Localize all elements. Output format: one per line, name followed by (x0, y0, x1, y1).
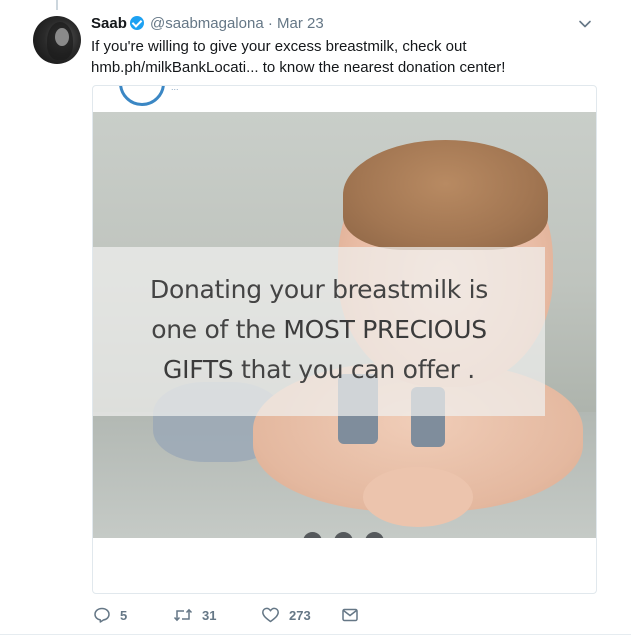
reply-count: 5 (120, 607, 128, 623)
quote-line3-emphasis: GIFTS (163, 355, 234, 384)
image-card[interactable]: ... Donating your breastmilk is one of t… (92, 85, 597, 594)
like-button[interactable]: 273 (261, 606, 341, 624)
like-icon (262, 607, 279, 623)
baby-hand (363, 467, 473, 527)
author-handle[interactable]: @saabmagalona (150, 15, 264, 32)
quote-line2-start: one of the (151, 315, 284, 344)
baby-hair (343, 140, 548, 250)
quote-text: Donating your breastmilk is one of the M… (93, 270, 545, 390)
tweet-text: If you're willing to give your excess br… (91, 36, 611, 78)
card-top-strip: ... (93, 86, 596, 113)
retweet-icon (173, 608, 193, 622)
card-photo[interactable]: Donating your breastmilk is one of the M… (93, 112, 596, 538)
avatar-face (55, 28, 69, 46)
tweet-link[interactable]: hmb.ph/milkBankLocati... (91, 59, 259, 76)
like-count: 273 (289, 607, 311, 623)
quote-line2: one of the MOST PRECIOUS (93, 310, 545, 350)
logo-circle (119, 86, 165, 106)
separator: · (267, 15, 273, 32)
quote-line3: GIFTS that you can offer . (93, 350, 545, 390)
quote-line3-end: that you can offer . (233, 355, 475, 384)
author-name[interactable]: Saab (91, 15, 127, 32)
carousel-dot[interactable] (303, 532, 322, 538)
tweet-text-line1: If you're willing to give your excess br… (91, 38, 467, 55)
logo-text: ... (171, 86, 179, 92)
retweet-button[interactable]: 31 (173, 606, 261, 624)
retweet-count: 31 (202, 607, 217, 623)
direct-message-icon (342, 608, 358, 622)
direct-message-button[interactable] (341, 606, 359, 624)
quote-line2-emphasis: MOST PRECIOUS (283, 315, 487, 344)
avatar[interactable] (33, 16, 81, 64)
caret-down-icon[interactable] (578, 17, 592, 31)
reply-icon (94, 607, 110, 623)
verified-icon (129, 16, 144, 30)
carousel-dots (303, 532, 384, 538)
thread-connector-line (56, 0, 58, 10)
reply-button[interactable]: 5 (93, 606, 173, 624)
tweet-text-line2: to know the nearest donation center! (258, 59, 506, 76)
carousel-dot[interactable] (365, 532, 384, 538)
tweet-date[interactable]: Mar 23 (277, 15, 324, 32)
tweet-actions: 5 31 273 (93, 604, 359, 626)
tweet-header: Saab @saabmagalona · Mar 23 (91, 14, 591, 34)
carousel-dot[interactable] (334, 532, 353, 538)
quote-line1: Donating your breastmilk is (150, 275, 488, 304)
